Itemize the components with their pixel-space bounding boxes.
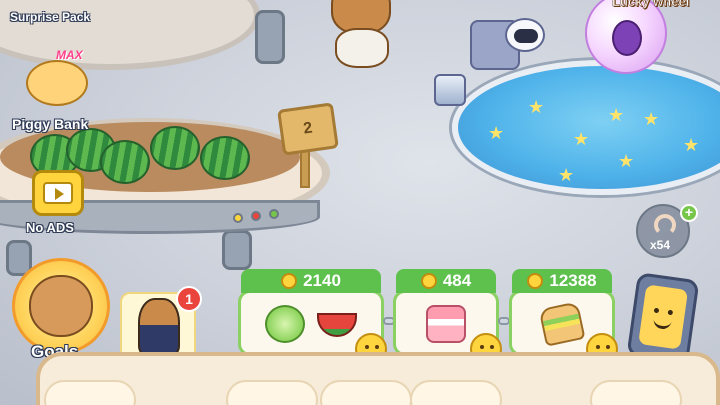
notification-badge: 1 [176,286,202,312]
coin-icon [281,273,298,289]
star-icon: ★ [683,135,700,155]
sandwich-icon [538,301,586,347]
watermelon-crop[interactable] [150,126,200,170]
tray-slot[interactable] [590,380,682,405]
star-icon: ★ [488,123,505,143]
lucky-wheel-button[interactable] [585,0,667,74]
no-ads-label: No ADS [26,220,74,235]
order-price: 12388 [512,269,612,293]
sign-post [300,148,310,188]
farm-level-sign[interactable]: 2 [277,102,339,156]
order-price: 2140 [241,269,381,293]
light-icon [251,211,261,221]
plus-icon[interactable]: + [680,204,698,222]
piggy-bank-label: Piggy Bank [12,116,89,132]
worm-count: x54 [650,238,671,252]
watermelon-slice-icon [317,313,357,337]
game-scene: ★ ★ ★ ★ ★ ★ ★ ★ 2 Lucky wheel Surprise P… [0,0,720,405]
phone-button[interactable] [626,272,700,364]
strawberry-cake-icon [426,305,466,343]
robot-cat-icon[interactable] [505,18,545,52]
order-price: 484 [396,269,496,293]
star-icon: ★ [528,97,545,117]
capybara-suit-icon [138,298,180,358]
fish-can-icon[interactable] [434,74,466,106]
piggy-bank-button[interactable]: MAX [20,48,96,118]
coin-icon [527,273,544,289]
goals-button[interactable] [12,258,110,354]
watermelon-crop[interactable] [100,140,150,184]
star-icon: ★ [643,109,660,129]
surprise-pack-label[interactable]: Surprise Pack [10,10,90,24]
capybara-body [335,28,389,68]
worm-icon [654,214,676,236]
price-value: 2140 [303,271,341,290]
eggplant-icon [612,20,642,56]
order-card[interactable]: 2140 [238,269,387,365]
price-value: 12388 [549,271,597,290]
star-icon: ★ [608,105,625,125]
max-badge: MAX [56,48,83,62]
coin-icon [420,273,437,289]
order-card[interactable]: 12388 [509,269,618,365]
tray-slot[interactable] [44,380,136,405]
lucky-wheel-label: Lucky wheel [612,0,690,9]
pond[interactable]: ★ ★ ★ ★ ★ ★ ★ ★ [452,60,720,195]
capybara-icon [29,275,93,337]
price-value: 484 [442,271,472,290]
watermelon-crop[interactable] [200,136,250,180]
pipe [255,10,285,64]
star-icon: ★ [573,129,590,149]
light-icon [269,209,279,219]
phone-smiley-icon [638,284,689,350]
lettuce-icon [265,305,305,343]
pipe [222,230,252,270]
order-card[interactable]: 484 [393,269,502,365]
no-ads-button[interactable] [24,164,94,224]
piggy-bank-icon [26,60,88,106]
tv-play-icon [32,170,84,216]
star-icon: ★ [618,151,635,171]
tray-slot[interactable] [410,380,502,405]
tray-slot[interactable] [226,380,318,405]
tray-slot[interactable] [320,380,412,405]
capybara-chef[interactable] [325,0,397,72]
robot-face [514,29,538,43]
star-icon: ★ [558,165,575,185]
light-icon [233,213,243,223]
